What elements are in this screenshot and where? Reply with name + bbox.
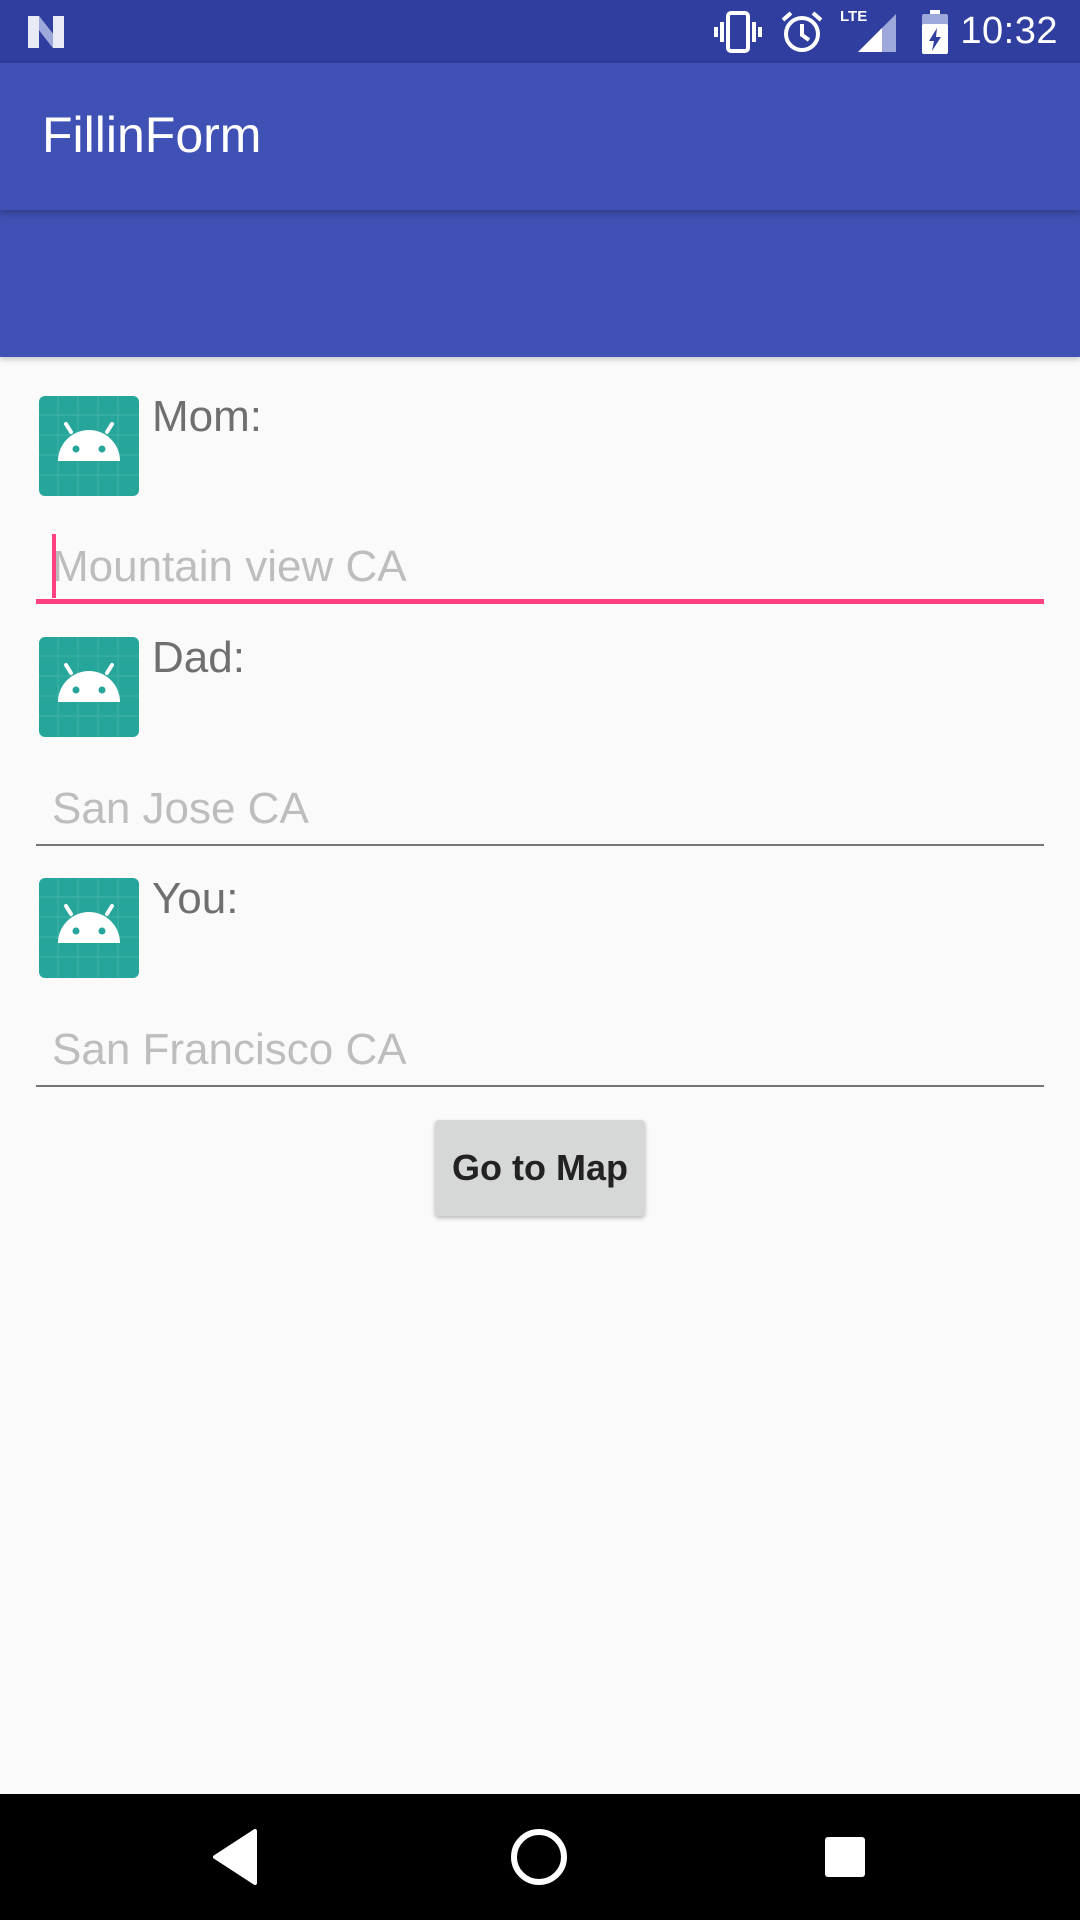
- mom-field-underline: [36, 599, 1044, 604]
- clock: 10:32: [960, 10, 1058, 52]
- home-icon[interactable]: [509, 1827, 569, 1887]
- go-to-map-button[interactable]: Go to Map: [435, 1120, 645, 1216]
- android-n-icon: [28, 16, 64, 48]
- app-bar: FillinForm: [0, 63, 1080, 210]
- text-cursor: [52, 534, 56, 598]
- you-label: You:: [152, 874, 239, 923]
- dad-address-field[interactable]: [36, 774, 1044, 846]
- app-title: FillinForm: [42, 107, 262, 163]
- dad-label: Dad:: [152, 633, 245, 682]
- dad-address-input[interactable]: [36, 774, 1044, 844]
- signal-icon: LTE: [840, 8, 900, 54]
- mom-address-field[interactable]: [36, 532, 1044, 604]
- back-icon[interactable]: [205, 1827, 265, 1887]
- vibrate-icon: [714, 11, 762, 53]
- android-launcher-icon: [39, 878, 139, 978]
- you-field-underline: [36, 1085, 1044, 1087]
- mom-address-input[interactable]: [36, 532, 1044, 602]
- mom-label: Mom:: [152, 392, 262, 441]
- navigation-bar: [0, 1794, 1080, 1920]
- app-bar-extension: [0, 210, 1080, 357]
- screen: LTE 10:32 FillinForm Mom: Mountain view …: [0, 0, 1080, 1920]
- battery-charging-icon: [922, 10, 948, 54]
- recents-icon[interactable]: [815, 1827, 875, 1887]
- android-launcher-icon: [39, 396, 139, 496]
- status-bar: LTE 10:32: [0, 0, 1080, 63]
- you-address-field[interactable]: [36, 1015, 1044, 1087]
- android-launcher-icon: [39, 637, 139, 737]
- you-address-input[interactable]: [36, 1015, 1044, 1085]
- dad-field-underline: [36, 844, 1044, 846]
- alarm-icon: [781, 11, 823, 52]
